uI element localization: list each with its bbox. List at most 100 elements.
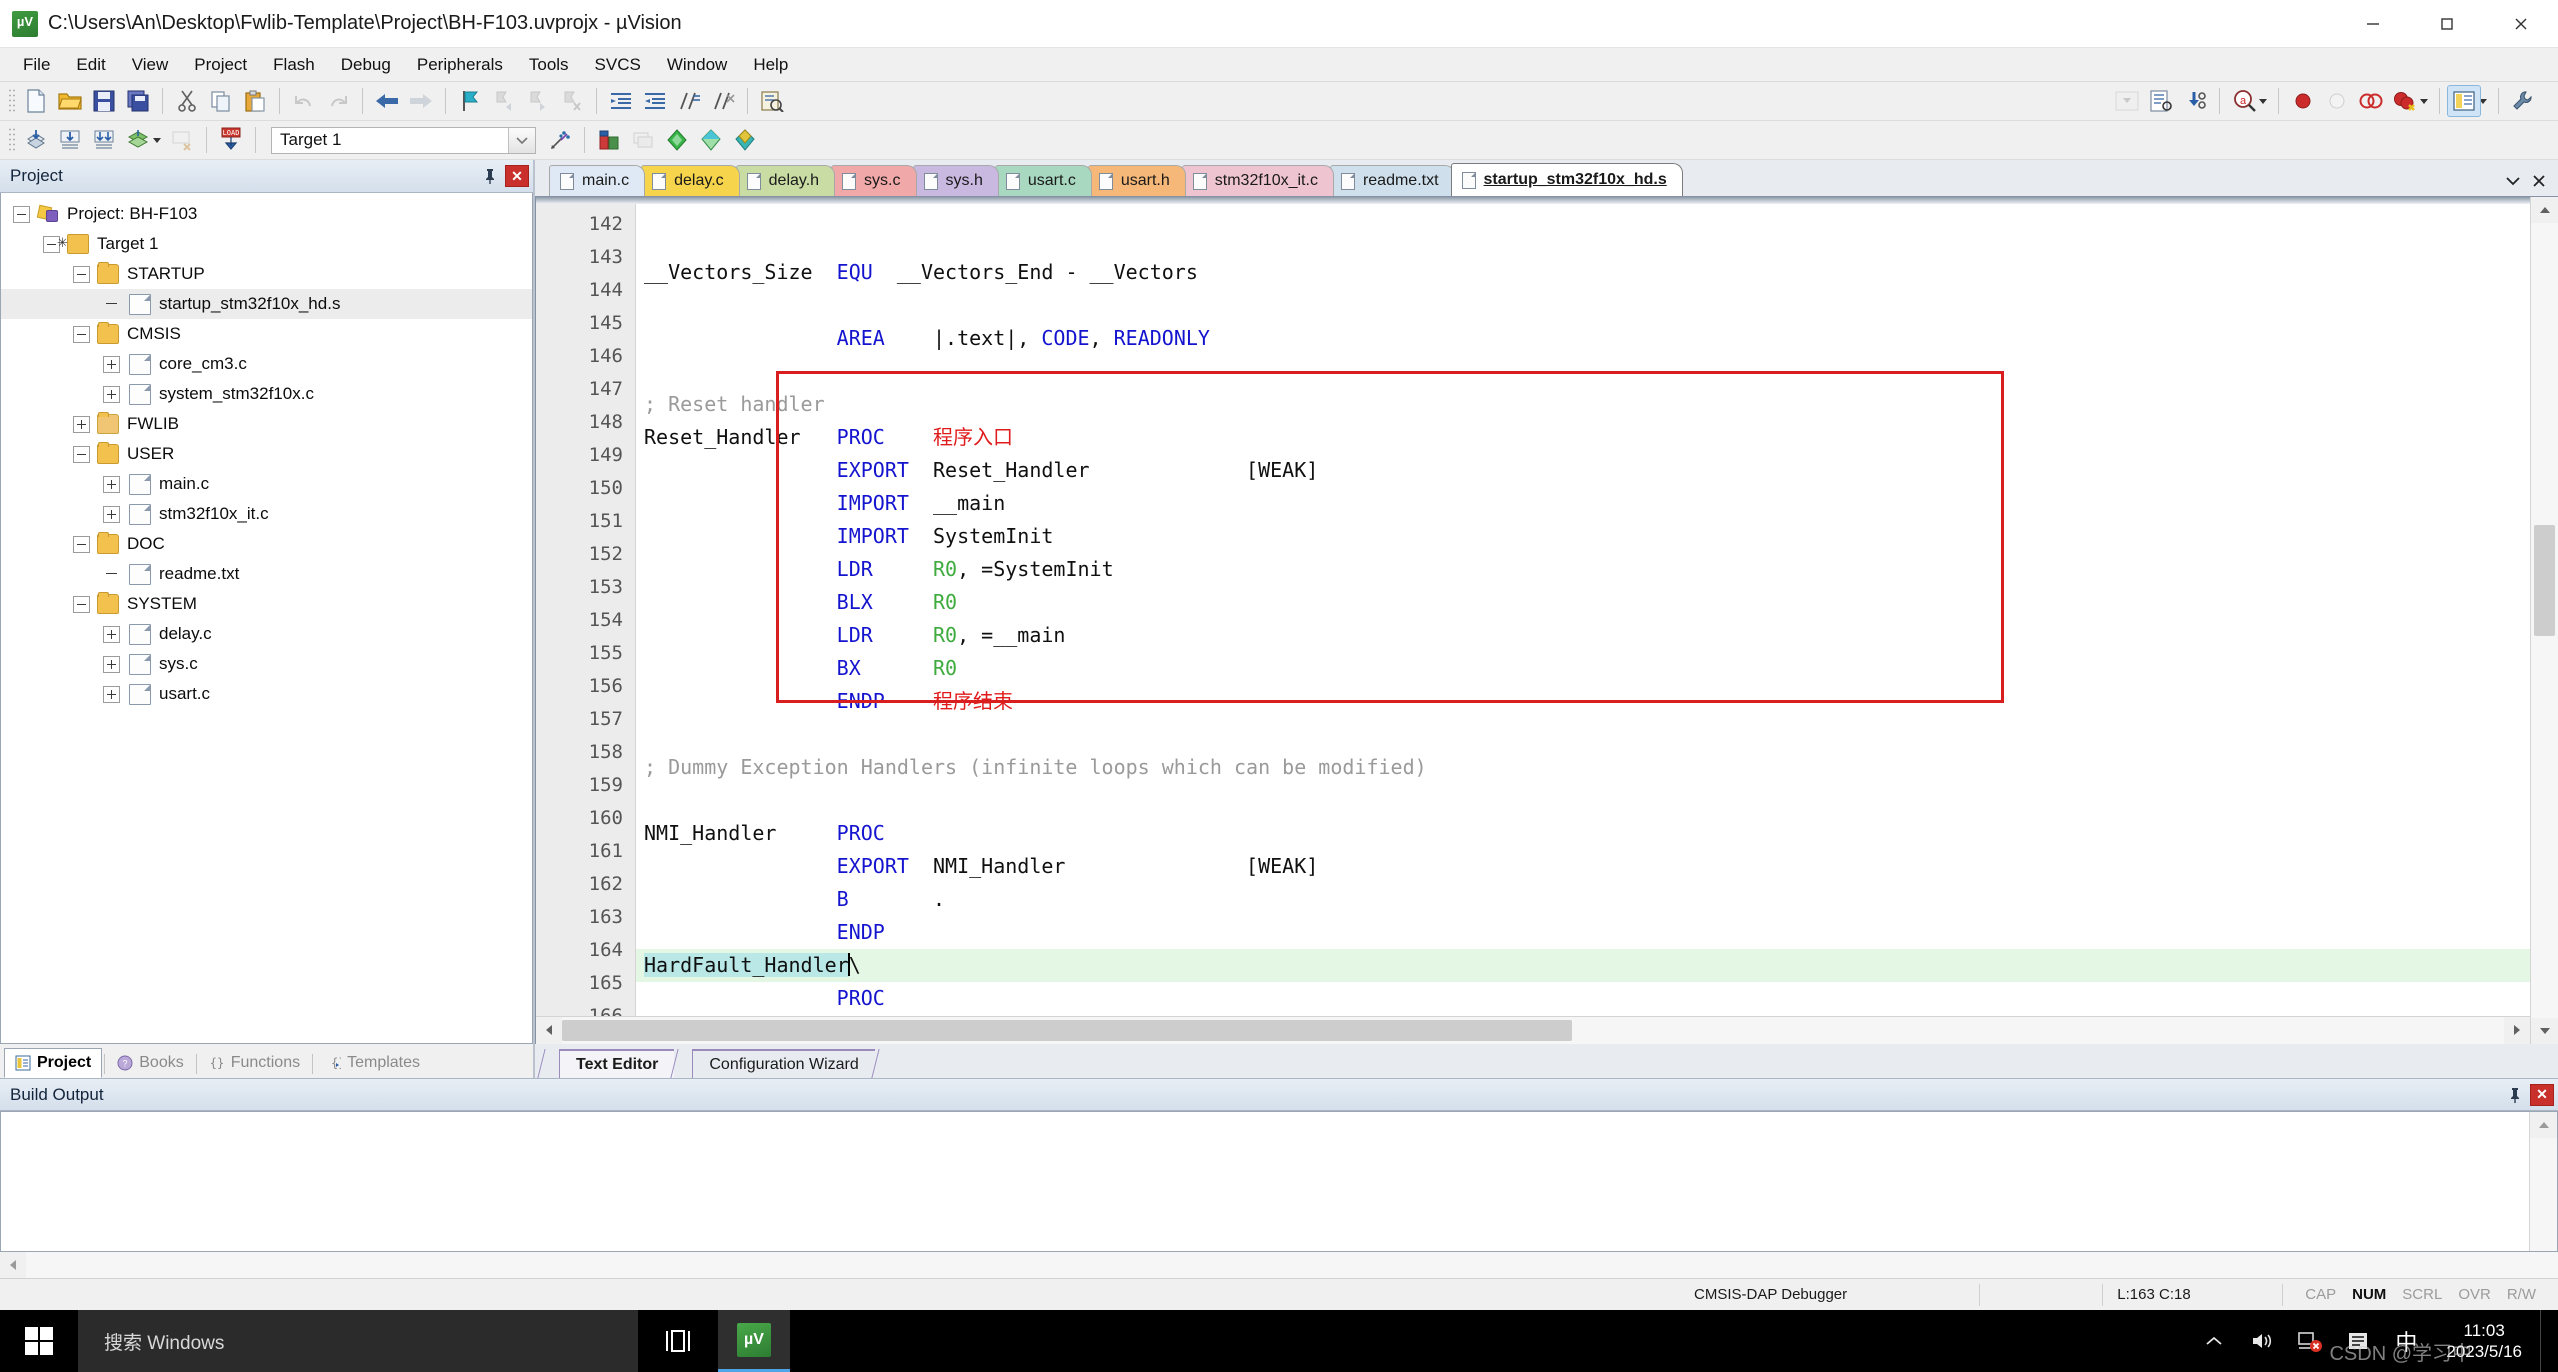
tree-expander-icon[interactable] xyxy=(103,625,120,643)
code-line[interactable] xyxy=(636,784,2530,817)
menu-view[interactable]: View xyxy=(119,51,182,79)
windows-logo-icon[interactable] xyxy=(0,1310,78,1372)
panel-tab-books[interactable]: ? Books xyxy=(107,1048,193,1078)
minimize-button[interactable] xyxy=(2336,0,2410,48)
code-line[interactable]: ENDP xyxy=(636,916,2530,949)
comment-icon[interactable] xyxy=(673,86,705,116)
indent-icon[interactable] xyxy=(605,86,637,116)
tree-item-startup[interactable]: STARTUP xyxy=(1,259,532,289)
tree-expander-icon[interactable] xyxy=(73,595,90,613)
copy-icon[interactable] xyxy=(205,86,237,116)
code-line[interactable] xyxy=(636,289,2530,322)
show-desktop-button[interactable] xyxy=(2540,1310,2550,1372)
target-options-icon[interactable] xyxy=(544,125,576,155)
open-file-icon[interactable] xyxy=(54,86,86,116)
toolbar-grip[interactable] xyxy=(8,88,15,114)
target-selector[interactable]: Target 1 xyxy=(271,126,536,154)
editor-tab-sys-h[interactable]: sys.h xyxy=(912,165,999,196)
breakpoint-insert-icon[interactable] xyxy=(2287,86,2319,116)
code-line[interactable]: PROC xyxy=(636,982,2530,1015)
manage-run-time-icon[interactable] xyxy=(695,125,727,155)
action-center-icon[interactable] xyxy=(2336,1310,2380,1372)
menu-debug[interactable]: Debug xyxy=(328,51,404,79)
outdent-icon[interactable] xyxy=(639,86,671,116)
editor-tab-usart-c[interactable]: usart.c xyxy=(994,165,1092,196)
scroll-right-button[interactable] xyxy=(2504,1017,2530,1043)
chevron-up-icon[interactable] xyxy=(2192,1310,2236,1372)
tree-item-user[interactable]: USER xyxy=(1,439,532,469)
hscroll-thumb[interactable] xyxy=(562,1020,1572,1041)
rebuild-icon[interactable] xyxy=(88,125,120,155)
new-file-icon[interactable] xyxy=(20,86,52,116)
navigate-forward-icon[interactable] xyxy=(405,86,437,116)
bookmark-clear-icon[interactable] xyxy=(556,86,588,116)
scroll-left-button[interactable] xyxy=(536,1017,562,1043)
close-icon[interactable]: ✕ xyxy=(2530,1083,2554,1106)
toolbar-grip[interactable] xyxy=(8,127,15,153)
bookmark-next-icon[interactable] xyxy=(522,86,554,116)
task-view-icon[interactable] xyxy=(638,1310,718,1372)
code-line[interactable]: ; Dummy Exception Handlers (infinite loo… xyxy=(636,751,2530,784)
pin-icon[interactable] xyxy=(2504,1084,2526,1106)
menu-help[interactable]: Help xyxy=(740,51,801,79)
status-indicator-scrl[interactable]: SCRL xyxy=(2394,1286,2450,1303)
close-icon[interactable]: ✕ xyxy=(505,165,529,187)
panel-tab-templates[interactable]: {}Templates xyxy=(315,1048,430,1078)
code-line[interactable]: ; Reset handler xyxy=(636,388,2530,421)
pin-icon[interactable] xyxy=(479,165,501,187)
tree-item-stm32f10x-it-c[interactable]: stm32f10x_it.c xyxy=(1,499,532,529)
code-line[interactable]: LDR R0, =SystemInit xyxy=(636,553,2530,586)
tree-expander-icon[interactable] xyxy=(103,475,120,493)
breakpoint-caret[interactable] xyxy=(2420,98,2428,104)
cut-icon[interactable] xyxy=(171,86,203,116)
tree-expander-icon[interactable] xyxy=(103,655,120,673)
menu-svcs[interactable]: SVCS xyxy=(582,51,654,79)
configure-icon[interactable] xyxy=(2179,86,2211,116)
code-line[interactable] xyxy=(636,355,2530,388)
navigate-back-icon[interactable] xyxy=(371,86,403,116)
stop-build-icon[interactable] xyxy=(166,125,198,155)
code-line[interactable]: Reset_Handler PROC 程序入口 xyxy=(636,421,2530,454)
find-icon[interactable]: a xyxy=(2228,86,2260,116)
redo-icon[interactable] xyxy=(322,86,354,116)
build-horizontal-scrollbar[interactable] xyxy=(0,1252,2558,1278)
code-line[interactable]: EXPORT NMI_Handler [WEAK] xyxy=(636,850,2530,883)
hscroll-track[interactable] xyxy=(562,1017,2504,1044)
breakpoint-kill-all-icon[interactable] xyxy=(2389,86,2421,116)
code-line[interactable]: HardFault_Handler\ xyxy=(636,949,2530,982)
panel-tab-project[interactable]: Project xyxy=(4,1048,103,1078)
code-line[interactable]: B . xyxy=(636,883,2530,916)
code-line[interactable]: ENDP 程序结束 xyxy=(636,685,2530,718)
find-in-files-icon[interactable] xyxy=(756,86,788,116)
vscroll-track[interactable] xyxy=(2530,1138,2557,1251)
tree-item-main-c[interactable]: main.c xyxy=(1,469,532,499)
save-icon[interactable] xyxy=(88,86,120,116)
undo-icon[interactable] xyxy=(288,86,320,116)
editor-tab-delay-c[interactable]: delay.c xyxy=(641,165,740,196)
tree-item-cmsis[interactable]: CMSIS xyxy=(1,319,532,349)
scroll-left-button[interactable] xyxy=(0,1252,26,1278)
batch-build-caret[interactable] xyxy=(153,137,161,143)
tree-expander-icon[interactable] xyxy=(103,505,120,523)
build-output-body[interactable] xyxy=(0,1111,2558,1252)
tree-item-system-stm32f10x-c[interactable]: system_stm32f10x.c xyxy=(1,379,532,409)
search-input[interactable]: 搜索 Windows xyxy=(78,1310,638,1372)
tree-item-startup-stm32f10x-hd-s[interactable]: startup_stm32f10x_hd.s xyxy=(1,289,532,319)
code-line[interactable]: NMI_Handler PROC xyxy=(636,817,2530,850)
menu-peripherals[interactable]: Peripherals xyxy=(404,51,516,79)
debug-settings-icon[interactable] xyxy=(2145,86,2177,116)
taskbar-app-uvision[interactable]: µV xyxy=(718,1310,790,1372)
select-software-packs-icon[interactable] xyxy=(729,125,761,155)
code-line[interactable]: EXPORT Reset_Handler [WEAK] xyxy=(636,454,2530,487)
menu-edit[interactable]: Edit xyxy=(63,51,118,79)
tree-item-core-cm3-c[interactable]: core_cm3.c xyxy=(1,349,532,379)
taskbar-clock[interactable]: 11:03 2023/5/16 xyxy=(2432,1320,2536,1363)
code-line[interactable]: IMPORT SystemInit xyxy=(636,520,2530,553)
close-button[interactable] xyxy=(2484,0,2558,48)
multi-project-icon[interactable] xyxy=(627,125,659,155)
code-line[interactable] xyxy=(636,718,2530,751)
translate-icon[interactable] xyxy=(20,125,52,155)
editor-tab-readme-txt[interactable]: readme.txt xyxy=(1329,165,1455,196)
code-line[interactable]: __Vectors_Size EQU __Vectors_End - __Vec… xyxy=(636,256,2530,289)
maximize-button[interactable] xyxy=(2410,0,2484,48)
